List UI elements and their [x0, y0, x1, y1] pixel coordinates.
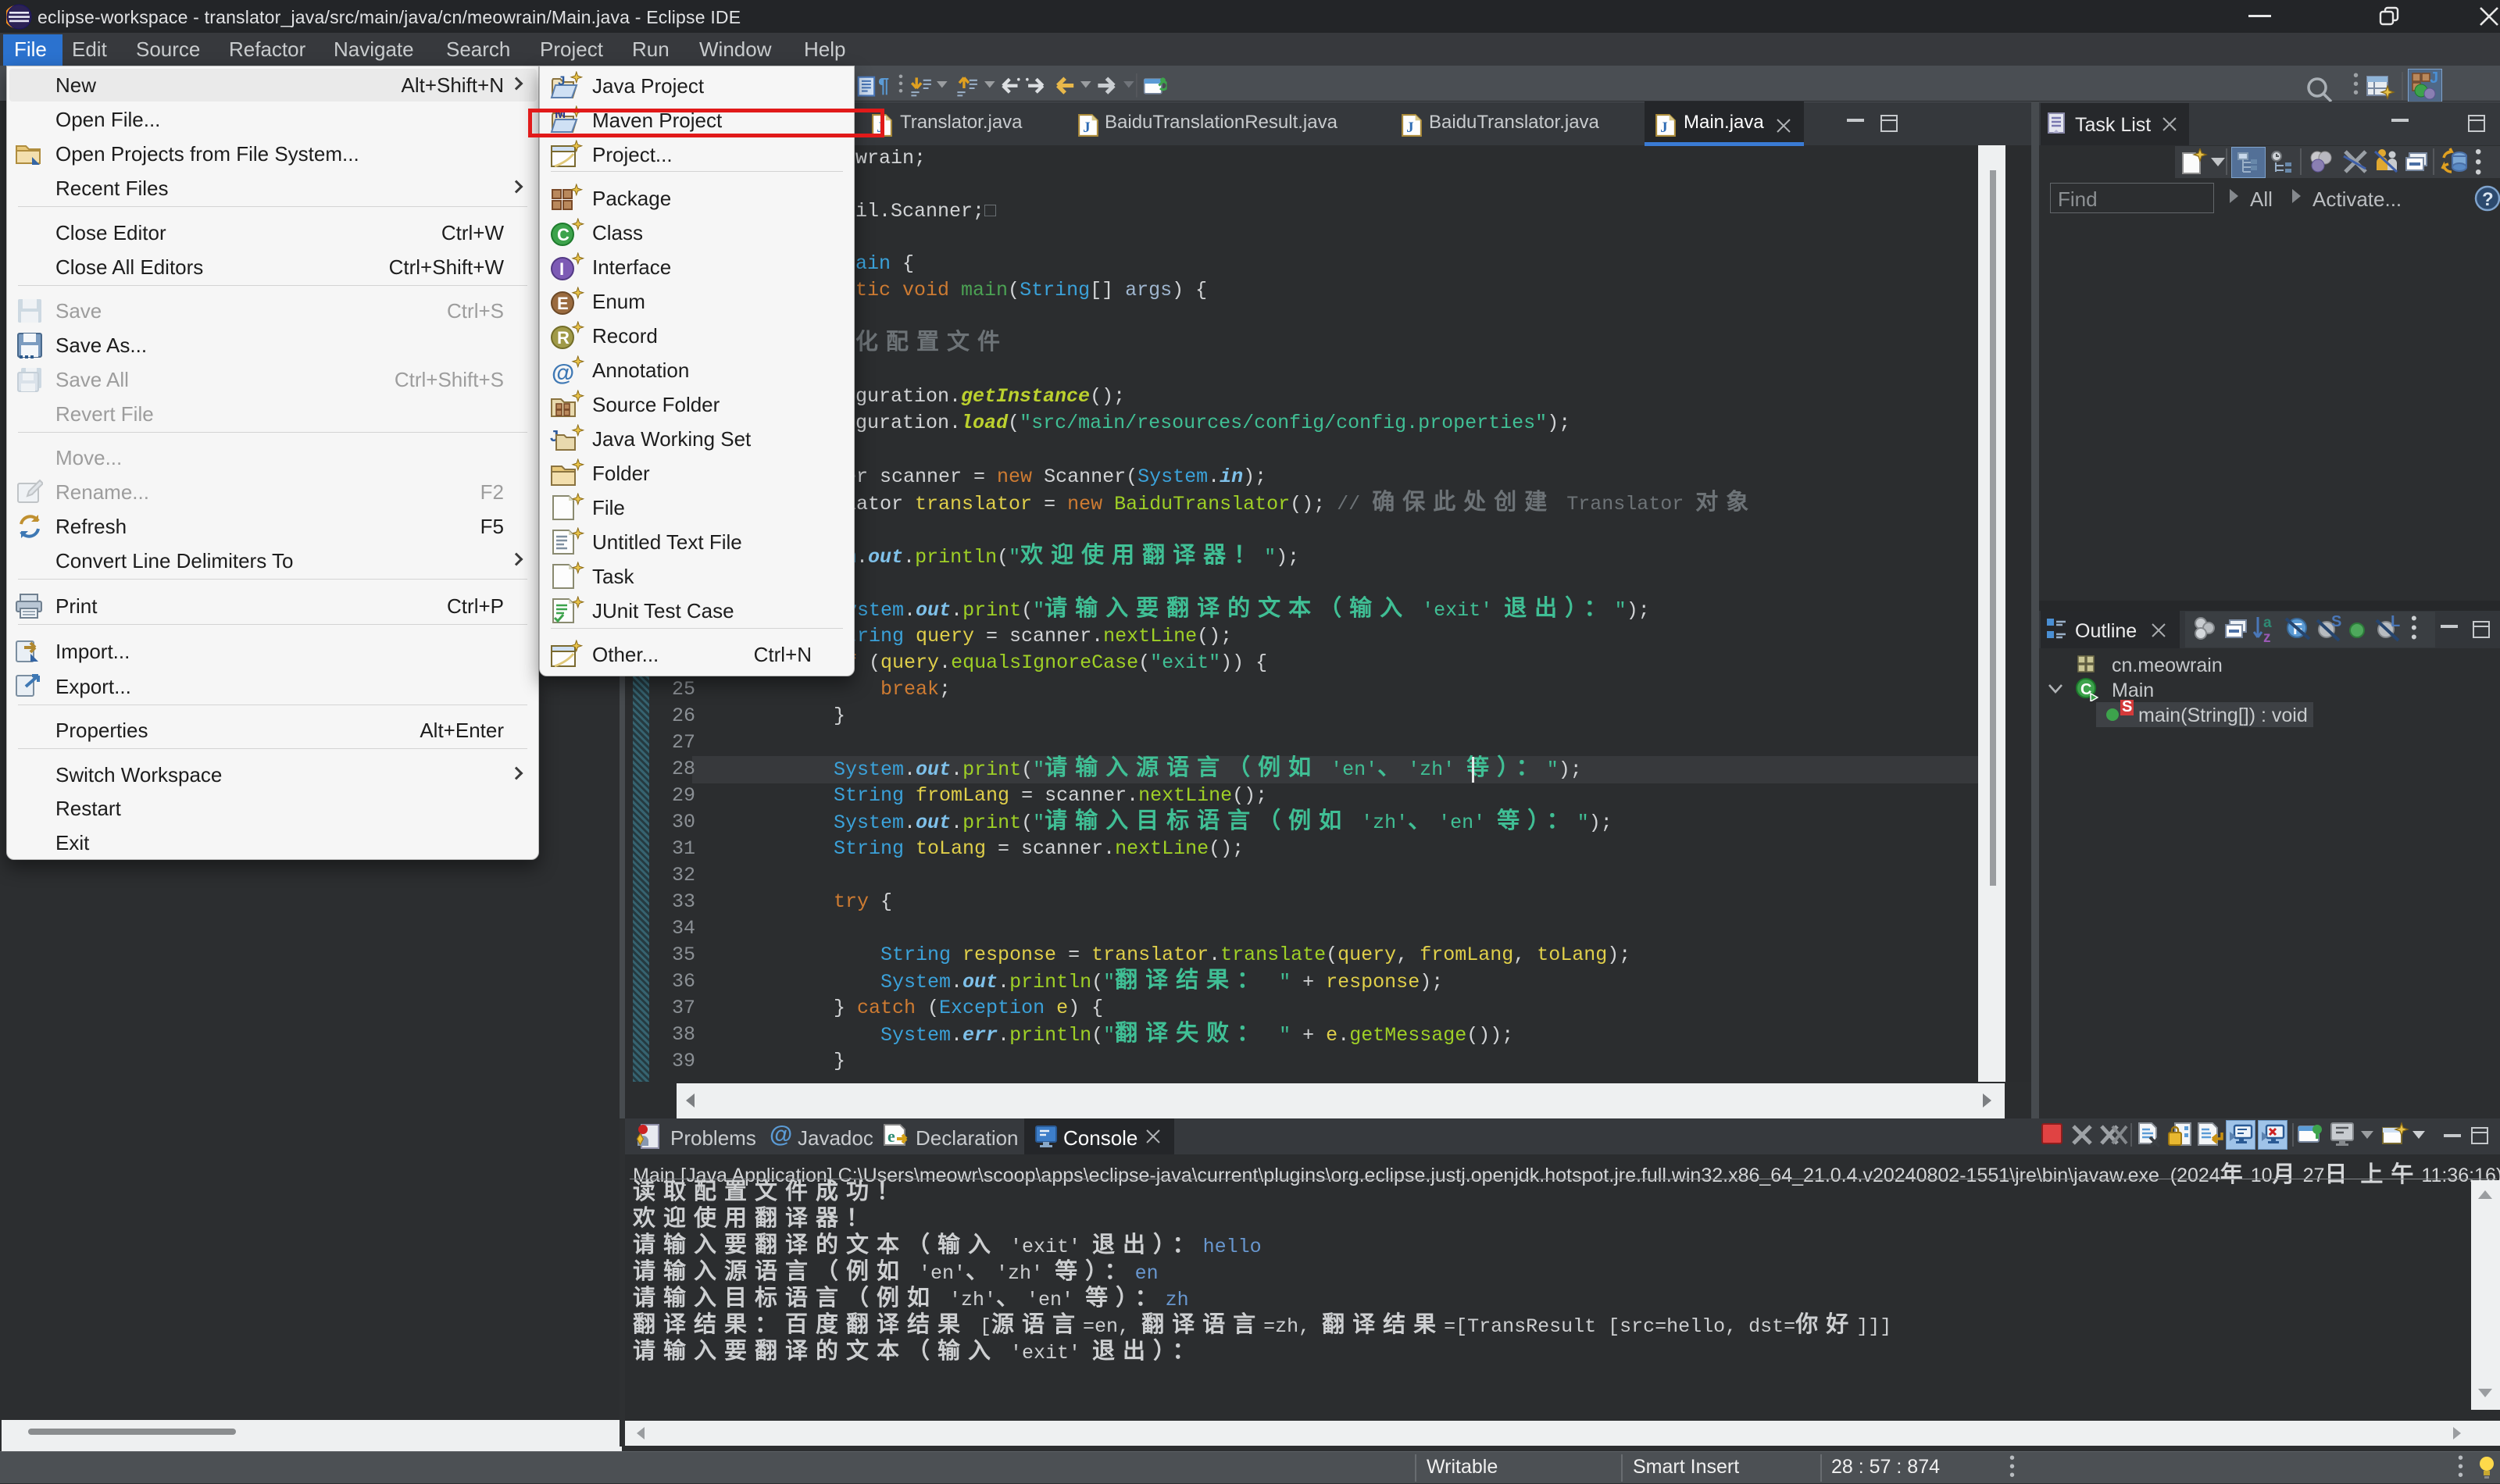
svg-text:J: J	[2430, 72, 2438, 87]
svg-text:e: e	[888, 1126, 895, 1146]
svg-text:L: L	[2391, 615, 2400, 630]
svg-text:I: I	[559, 259, 564, 279]
svg-text:S: S	[2331, 615, 2341, 630]
svg-text:a: a	[2263, 615, 2272, 631]
svg-text:E: E	[557, 294, 569, 313]
svg-text:?: ?	[2482, 189, 2494, 210]
svg-text:z: z	[2263, 630, 2271, 644]
svg-text:R: R	[557, 328, 570, 348]
svg-text:@: @	[552, 360, 574, 385]
svg-text:C: C	[557, 225, 570, 244]
svg-text:J: J	[558, 73, 565, 88]
